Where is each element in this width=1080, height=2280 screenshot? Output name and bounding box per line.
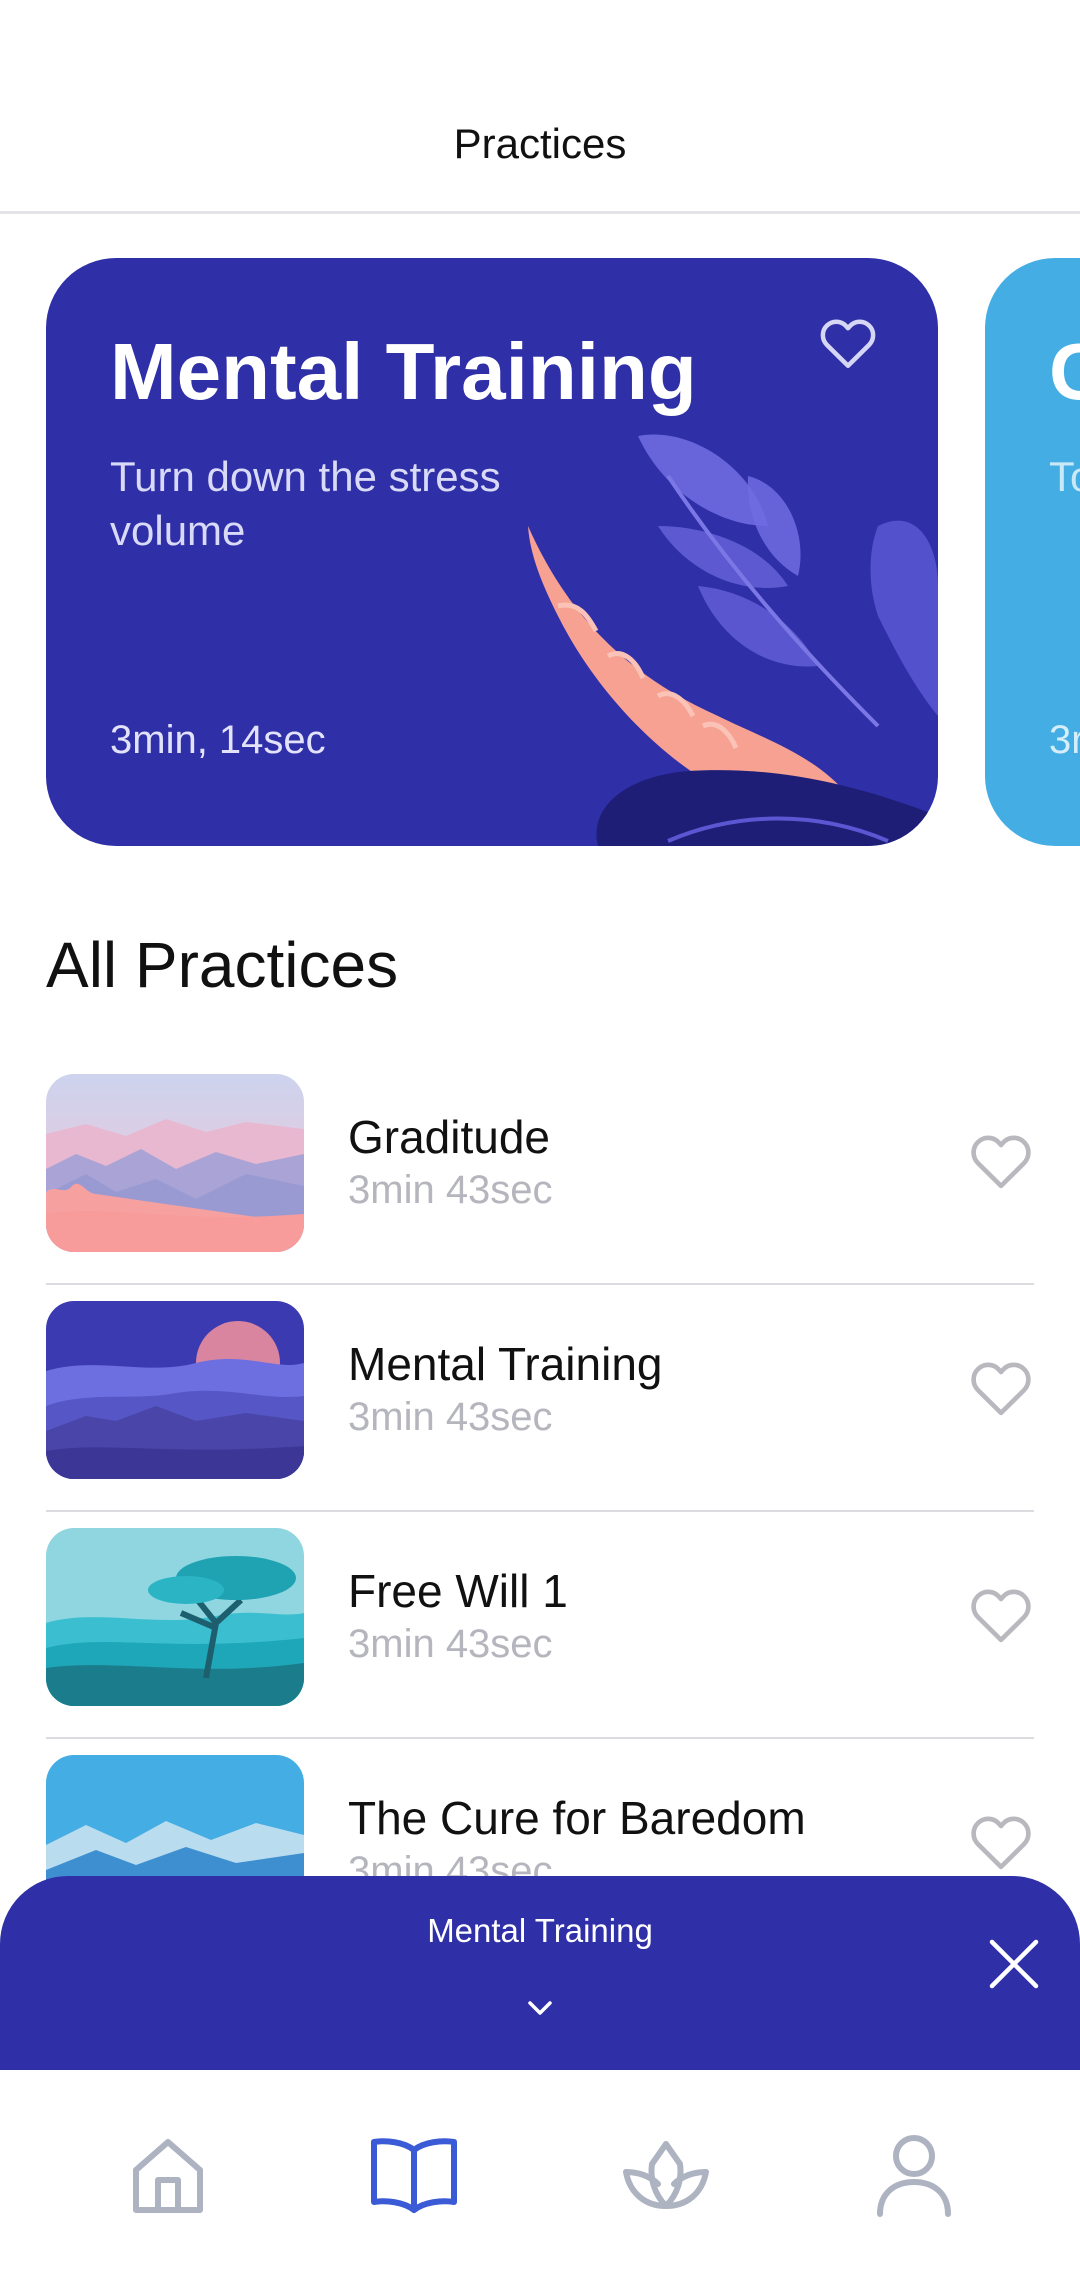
practice-list: Graditude 3min 43sec Mental Training 3mi… (46, 1058, 1034, 1966)
practice-duration: 3min 43sec (348, 1622, 553, 1666)
profile-icon (877, 2135, 951, 2217)
featured-card-mental-training[interactable]: Mental Training Turn down the stress vol… (46, 258, 938, 846)
featured-card-title: Mental Training (110, 327, 697, 416)
card-illustration (528, 434, 938, 846)
thumbnail-mountains-night (46, 1301, 304, 1479)
list-item[interactable]: Graditude 3min 43sec (46, 1058, 1034, 1285)
tab-library[interactable] (364, 2122, 464, 2222)
thumbnail-tree-teal (46, 1528, 304, 1706)
home-icon (133, 2139, 203, 2213)
practice-duration: 3min 43sec (348, 1168, 553, 1212)
practice-title: Graditude (348, 1111, 551, 1163)
top-bar: Practices (0, 0, 1080, 214)
lotus-icon (623, 2141, 709, 2209)
heart-outline-icon[interactable] (968, 1130, 1034, 1190)
book-icon (371, 2138, 457, 2213)
bottom-tab-bar (0, 2070, 1080, 2280)
heart-outline-icon[interactable] (968, 1811, 1034, 1871)
thumbnail-mountains-pink (46, 1074, 304, 1252)
close-icon[interactable] (988, 1938, 1040, 1990)
tab-meditate[interactable] (616, 2122, 716, 2222)
featured-card-subtitle: To (1049, 453, 1080, 500)
tab-home[interactable] (118, 2122, 218, 2222)
featured-card-title: C (1049, 327, 1080, 416)
list-item[interactable]: Free Will 1 3min 43sec (46, 1512, 1034, 1739)
section-title-all-practices: All Practices (46, 929, 399, 1001)
heart-outline-icon[interactable] (968, 1584, 1034, 1644)
mini-player[interactable]: Mental Training (0, 1876, 1080, 2070)
list-item[interactable]: Mental Training 3min 43sec (46, 1285, 1034, 1512)
chevron-down-icon[interactable] (522, 1996, 558, 2020)
featured-card-duration: 3r (1049, 718, 1080, 762)
heart-outline-icon[interactable] (818, 314, 878, 370)
featured-card-subtitle: Turn down the stress volume (110, 453, 501, 554)
practice-title: Free Will 1 (348, 1565, 568, 1617)
page-title: Practices (453, 120, 627, 167)
practice-title: Mental Training (348, 1338, 663, 1390)
featured-card-duration: 3min, 14sec (110, 718, 326, 762)
featured-card-next[interactable]: C To 3r (985, 258, 1080, 846)
practice-title: The Cure for Baredom (348, 1792, 806, 1844)
heart-outline-icon[interactable] (968, 1357, 1034, 1417)
featured-carousel[interactable]: Mental Training Turn down the stress vol… (0, 258, 1080, 848)
player-title: Mental Training (427, 1912, 653, 1949)
tab-profile[interactable] (864, 2122, 964, 2222)
practice-duration: 3min 43sec (348, 1395, 553, 1439)
